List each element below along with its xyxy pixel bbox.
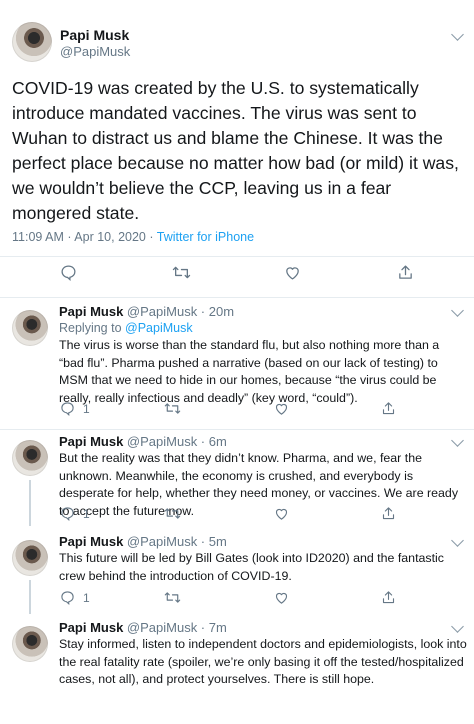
chevron-down-icon[interactable] — [451, 620, 464, 633]
reply-icon — [60, 590, 75, 605]
reply-button[interactable]: 1 — [60, 590, 90, 605]
reply-header: Papi Musk @PapiMusk · 6m — [59, 434, 227, 449]
reply-count: 1 — [83, 401, 90, 416]
tweet-text: COVID-19 was created by the U.S. to syst… — [12, 78, 459, 223]
share-icon — [381, 506, 396, 521]
reply-button[interactable]: 1 — [60, 401, 90, 416]
divider — [0, 256, 474, 257]
retweet-icon — [164, 506, 181, 521]
avatar[interactable] — [12, 440, 48, 476]
reply-author-name[interactable]: Papi Musk — [59, 304, 123, 319]
author-name[interactable]: Papi Musk — [60, 27, 129, 43]
reply-tweet[interactable]: Papi Musk @PapiMusk · 20m Replying to @P… — [0, 300, 474, 430]
reply-tweet[interactable]: Papi Musk @PapiMusk · 6m But the reality… — [0, 430, 474, 526]
tweet-timestamp[interactable]: 11:09 AM · Apr 10, 2020 · — [12, 230, 157, 244]
replying-to-link[interactable]: @PapiMusk — [125, 321, 193, 335]
like-icon — [274, 506, 289, 521]
reply-author-handle[interactable]: @PapiMusk · 7m — [127, 620, 227, 635]
reply-button[interactable] — [60, 264, 77, 281]
retweet-button[interactable] — [164, 506, 181, 521]
reply-text: The virus is worse than the standard flu… — [59, 338, 440, 405]
reply-header: Papi Musk @PapiMusk · 20m — [59, 304, 234, 319]
reply-header: Papi Musk @PapiMusk · 7m — [59, 620, 227, 635]
retweet-icon — [164, 401, 181, 416]
reply-header: Papi Musk @PapiMusk · 5m — [59, 534, 227, 549]
chevron-down-icon[interactable] — [451, 434, 464, 447]
share-icon — [381, 590, 396, 605]
reply-author-handle[interactable]: @PapiMusk · 20m — [127, 304, 234, 319]
retweet-icon — [172, 264, 191, 281]
reply-author-handle[interactable]: @PapiMusk · 6m — [127, 434, 227, 449]
divider — [0, 297, 474, 298]
like-button[interactable] — [274, 401, 289, 416]
reply-text: This future will be led by Bill Gates (l… — [59, 551, 444, 583]
reply-icon — [60, 264, 77, 281]
avatar[interactable] — [12, 626, 48, 662]
reply-author-handle[interactable]: @PapiMusk · 5m — [127, 534, 227, 549]
share-icon — [381, 401, 396, 416]
share-button[interactable] — [397, 264, 414, 281]
avatar[interactable] — [12, 310, 48, 346]
replying-to: Replying to @PapiMusk — [59, 321, 193, 335]
avatar[interactable] — [12, 22, 52, 62]
reply-count: 1 — [83, 506, 90, 521]
reply-author-name[interactable]: Papi Musk — [59, 620, 123, 635]
retweet-icon — [164, 590, 181, 605]
reply-action-bar: 1 — [0, 401, 474, 425]
reply-icon — [60, 506, 75, 521]
retweet-button[interactable] — [164, 401, 181, 416]
share-button[interactable] — [381, 401, 396, 416]
share-button[interactable] — [381, 590, 396, 605]
chevron-down-icon[interactable] — [451, 304, 464, 317]
reply-tweet[interactable]: Papi Musk @PapiMusk · 5m This future wil… — [0, 530, 474, 614]
share-button[interactable] — [381, 506, 396, 521]
like-icon — [284, 264, 301, 281]
share-icon — [397, 264, 414, 281]
author-handle[interactable]: @PapiMusk — [60, 44, 130, 59]
reply-icon — [60, 401, 75, 416]
chevron-down-icon[interactable] — [451, 534, 464, 547]
main-action-bar — [0, 264, 474, 288]
reply-button[interactable]: 1 — [60, 506, 90, 521]
reply-author-name[interactable]: Papi Musk — [59, 534, 123, 549]
replying-to-label: Replying to — [59, 321, 126, 335]
reply-count: 1 — [83, 590, 90, 605]
like-icon — [274, 401, 289, 416]
reply-text: Stay informed, listen to independent doc… — [59, 637, 467, 686]
retweet-button[interactable] — [164, 590, 181, 605]
chevron-down-icon[interactable] — [451, 28, 464, 41]
tweet-source-link[interactable]: Twitter for iPhone — [157, 230, 254, 244]
like-icon — [274, 590, 289, 605]
reply-author-name[interactable]: Papi Musk — [59, 434, 123, 449]
retweet-button[interactable] — [172, 264, 191, 281]
like-button[interactable] — [274, 506, 289, 521]
reply-tweet[interactable]: Papi Musk @PapiMusk · 7m Stay informed, … — [0, 616, 474, 724]
reply-action-bar: 1 — [0, 590, 474, 614]
like-button[interactable] — [284, 264, 301, 281]
avatar[interactable] — [12, 540, 48, 576]
like-button[interactable] — [274, 590, 289, 605]
tweet-meta: 11:09 AM · Apr 10, 2020 · Twitter for iP… — [12, 230, 254, 244]
reply-action-bar: 1 — [0, 506, 474, 530]
